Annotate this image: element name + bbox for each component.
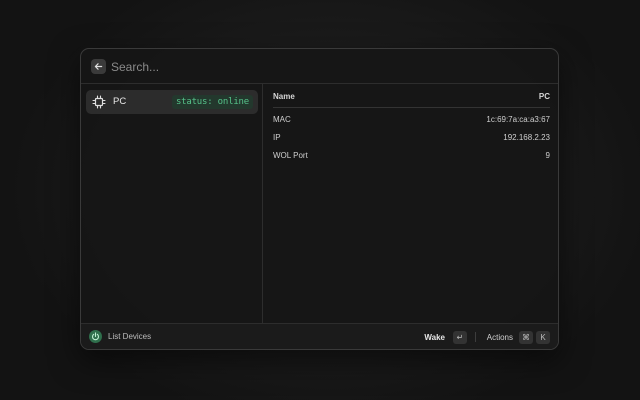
wake-label: Wake (424, 332, 445, 342)
search-input[interactable] (111, 57, 511, 77)
power-glyph-icon (92, 332, 99, 341)
k-key: K (536, 330, 550, 344)
detail-header-key: Name (273, 92, 295, 101)
actions-button[interactable]: Actions ⌘ K (487, 329, 550, 345)
detail-row-value: 1c:69:7a:ca:a3:67 (486, 115, 550, 124)
action-bar: List Devices Wake ↵ Actions ⌘ K (81, 323, 558, 349)
detail-header: Name PC (273, 84, 550, 108)
actions-label: Actions (486, 332, 513, 342)
detail-row-mac: MAC 1c:69:7a:ca:a3:67 (273, 115, 550, 129)
detail-row-ip: IP 192.168.2.23 (273, 133, 550, 147)
status-badge: status: online (171, 95, 253, 109)
search-bar (81, 49, 558, 84)
list-item[interactable]: PC status: online (86, 90, 258, 114)
wake-button[interactable]: Wake ↵ (424, 329, 467, 345)
detail-row-wol-port: WOL Port 9 (273, 151, 550, 165)
arrow-left-icon (94, 63, 103, 70)
chip-icon (92, 95, 106, 109)
list-item-label: PC (113, 96, 127, 107)
footer-title: List Devices (108, 332, 152, 341)
detail-row-value: 9 (545, 151, 550, 160)
back-button[interactable] (91, 59, 106, 74)
detail-header-value: PC (538, 92, 550, 101)
enter-key-icon: ↵ (453, 330, 467, 344)
power-icon (89, 330, 102, 343)
detail-row-key: IP (273, 133, 281, 142)
detail-row-key: MAC (273, 115, 291, 124)
detail-pane: Name PC MAC 1c:69:7a:ca:a3:67 IP 192.168… (263, 84, 558, 325)
detail-row-value: 192.168.2.23 (503, 133, 550, 142)
detail-row-key: WOL Port (273, 151, 308, 160)
command-key-icon: ⌘ (519, 330, 533, 344)
device-list: PC status: online (81, 84, 263, 325)
command-window: PC status: online Name PC MAC 1c:69:7a:c… (80, 48, 559, 350)
footer-divider (475, 332, 476, 342)
